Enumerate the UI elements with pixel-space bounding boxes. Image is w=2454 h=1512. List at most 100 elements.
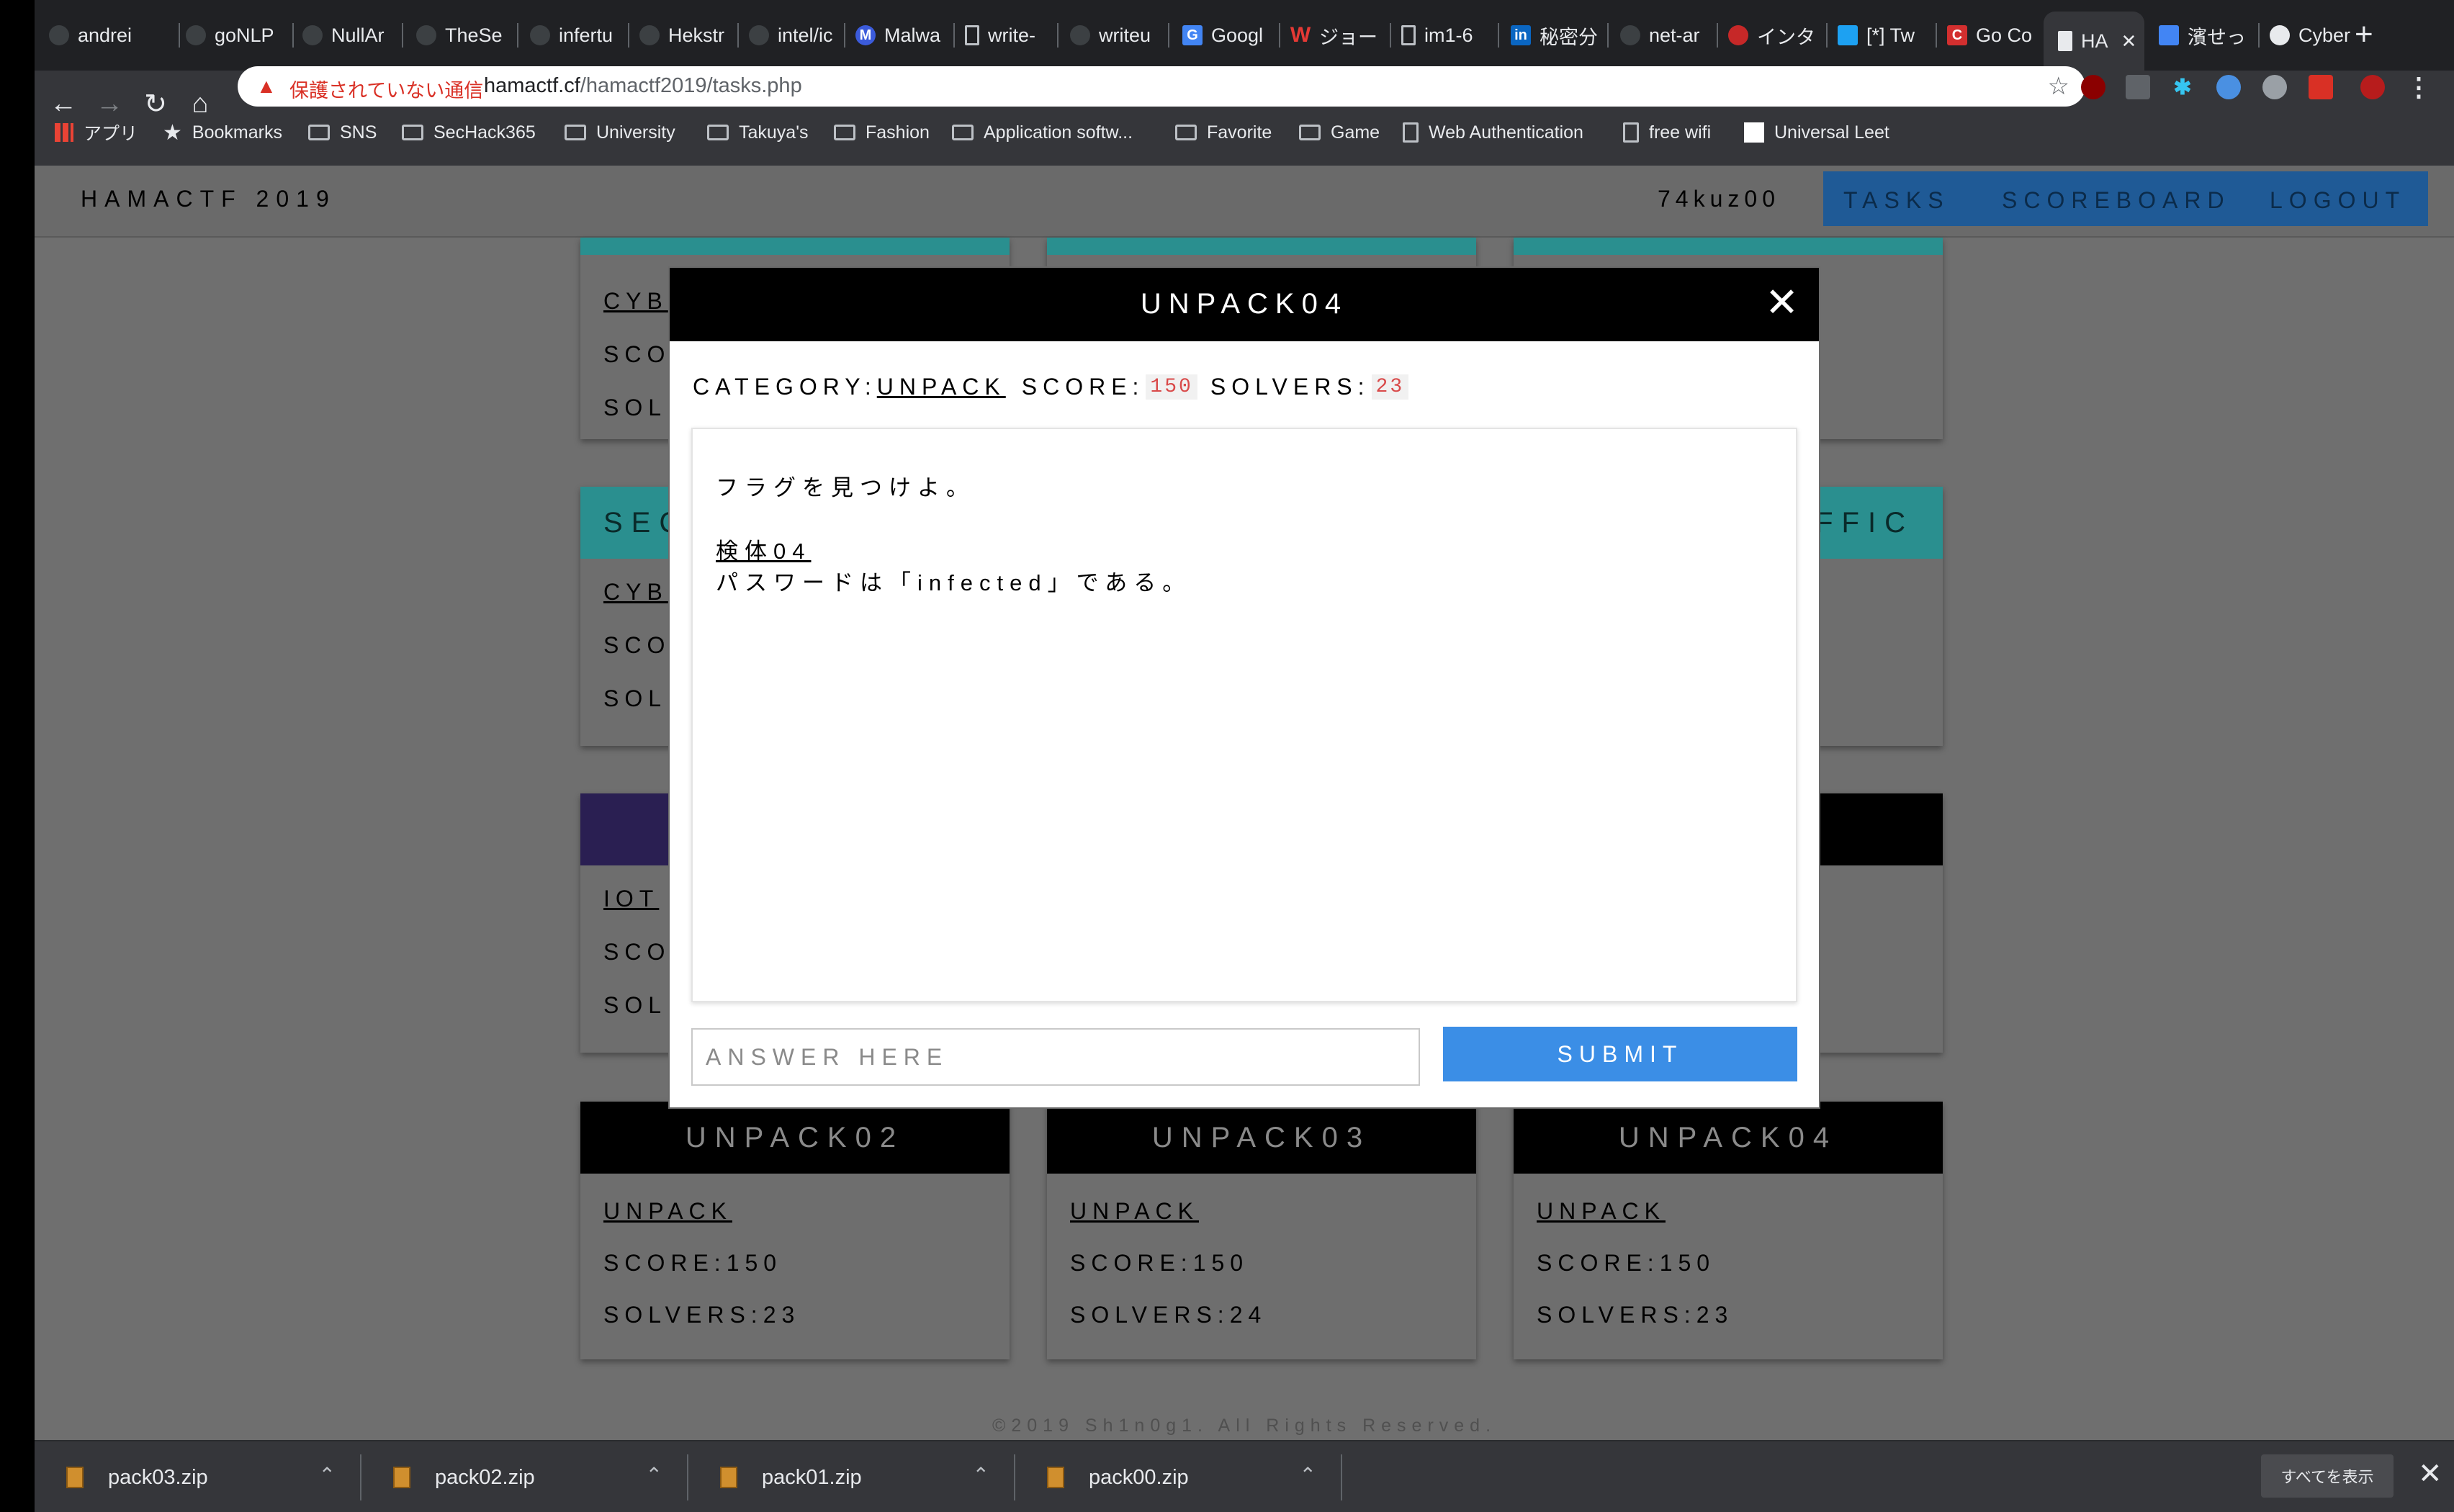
tab[interactable]: Cyber: [2270, 13, 2356, 58]
site-brand[interactable]: HAMACTF 2019: [81, 186, 336, 212]
tab[interactable]: in 秘密分: [1511, 13, 1609, 58]
tab[interactable]: andrei: [49, 13, 180, 58]
solvers-value: 23: [1371, 374, 1409, 400]
tab[interactable]: インタ: [1728, 13, 1828, 58]
slack-icon[interactable]: ✱: [2170, 75, 2195, 99]
tab[interactable]: [*] Tw: [1838, 13, 1937, 58]
download-link[interactable]: 検体04: [716, 533, 811, 565]
tab[interactable]: M Malwa: [855, 13, 955, 58]
extension-icon[interactable]: [2126, 75, 2150, 99]
tab[interactable]: im1-6: [1401, 13, 1499, 58]
google-docs-icon: [2159, 25, 2179, 45]
back-icon[interactable]: ←: [45, 85, 82, 122]
tab[interactable]: net-ar: [1620, 13, 1718, 58]
bookmark-folder[interactable]: SNS: [308, 118, 377, 147]
github-icon: [639, 25, 660, 45]
bookmark-item[interactable]: ★ Bookmarks: [163, 118, 282, 147]
password-hint: パスワードは「infected」である。: [716, 570, 1192, 595]
chevron-up-icon[interactable]: ⌃: [973, 1463, 989, 1487]
task-category-link[interactable]: UNPACK: [1537, 1198, 1920, 1236]
bookmark-star-icon[interactable]: ☆: [2048, 72, 2069, 101]
task-category-link[interactable]: UNPACK: [603, 1198, 986, 1236]
nav-logout[interactable]: LOGOUT: [2270, 187, 2406, 214]
cyber-icon: [2270, 25, 2290, 45]
bookmark-folder[interactable]: Favorite: [1175, 118, 1272, 147]
submit-button[interactable]: SUBMIT: [1443, 1027, 1797, 1081]
home-icon[interactable]: ⌂: [181, 85, 219, 122]
ublock-icon[interactable]: [2081, 75, 2105, 99]
tab[interactable]: intel/ic: [749, 13, 845, 58]
task-category-link[interactable]: UNPACK: [1070, 1198, 1453, 1236]
folder-icon: [1175, 125, 1197, 140]
score-label: SCORE:: [1021, 373, 1145, 400]
bookmark-item[interactable]: Universal Leet: [1744, 118, 1889, 147]
bookmark-folder[interactable]: SecHack365: [402, 118, 536, 147]
page-icon: [1744, 122, 1764, 143]
chevron-up-icon[interactable]: ⌃: [319, 1463, 336, 1487]
tab[interactable]: W ジョー: [1290, 13, 1391, 58]
page-icon: [965, 25, 979, 45]
tab-close-icon[interactable]: ✕: [2121, 30, 2137, 53]
menu-icon[interactable]: ⋮: [2406, 72, 2432, 102]
forward-icon[interactable]: →: [91, 85, 128, 122]
extension-icon[interactable]: [2262, 75, 2287, 99]
chevron-up-icon[interactable]: ⌃: [646, 1463, 662, 1487]
extension-icon[interactable]: [2309, 75, 2333, 99]
tab[interactable]: write-: [965, 13, 1059, 58]
security-warning[interactable]: 保護されていない通信: [289, 75, 483, 103]
bookmark-folder[interactable]: University: [565, 118, 675, 147]
nav-scoreboard[interactable]: SCOREBOARD: [2002, 187, 2231, 214]
github-icon: [1070, 25, 1090, 45]
score-value: 150: [1146, 374, 1197, 400]
task-solvers: SOLVERS:23: [1537, 1302, 1734, 1328]
tab[interactable]: TheSe: [416, 13, 518, 58]
tab[interactable]: goNLP: [186, 13, 294, 58]
answer-input[interactable]: [691, 1028, 1420, 1086]
reload-icon[interactable]: ↻: [137, 85, 174, 122]
download-item[interactable]: pack00.zip ⌃: [1015, 1441, 1342, 1512]
chevron-up-icon[interactable]: ⌃: [1300, 1463, 1316, 1487]
close-icon[interactable]: ✕: [1765, 281, 1799, 324]
nav-tasks[interactable]: TASKS: [1843, 187, 1950, 214]
folder-icon: [565, 125, 586, 140]
new-tab-button[interactable]: +: [2355, 19, 2373, 50]
modal-title: UNPACK04: [1140, 288, 1349, 320]
tab[interactable]: NullAr: [302, 13, 403, 58]
tab[interactable]: 濱せっ: [2159, 13, 2260, 58]
task-description: フラグを見つけよ。 検体04 パスワードは「infected」である。: [691, 428, 1797, 1002]
tab[interactable]: C Go Co: [1947, 13, 2045, 58]
extension-icon[interactable]: [2216, 75, 2241, 99]
tab[interactable]: G Googl: [1182, 13, 1280, 58]
task-score: SCORE:150: [1070, 1250, 1249, 1276]
download-item[interactable]: pack01.zip ⌃: [688, 1441, 1015, 1512]
bookmark-apps[interactable]: アプリ: [55, 118, 138, 147]
download-item[interactable]: pack03.zip ⌃: [35, 1441, 361, 1512]
url-text[interactable]: hamactf.cf/hamactf2019/tasks.php: [484, 74, 802, 98]
modal-header: UNPACK04 ✕: [670, 268, 1819, 341]
task-card-unpack04[interactable]: UNPACK04 UNPACK SCORE:150 SOLVERS:23: [1514, 1102, 1943, 1359]
zip-file-icon: [393, 1467, 410, 1488]
close-icon[interactable]: ✕: [2418, 1457, 2442, 1490]
category-link[interactable]: UNPACK: [877, 374, 1006, 400]
tab-active[interactable]: HA ✕: [2044, 12, 2144, 71]
show-all-downloads-button[interactable]: すべてを表示: [2261, 1454, 2394, 1498]
bookmark-folder[interactable]: Fashion: [834, 118, 930, 147]
username: 74kuz00: [1658, 186, 1780, 212]
download-item[interactable]: pack02.zip ⌃: [361, 1441, 688, 1512]
address-bar[interactable]: ▲ 保護されていない通信 hamactf.cf/hamactf2019/task…: [238, 66, 2085, 107]
bookmark-item[interactable]: Web Authentication: [1403, 118, 1583, 147]
bookmark-item[interactable]: free wifi: [1623, 118, 1711, 147]
tab[interactable]: Hekstr: [639, 13, 739, 58]
page-icon: [1403, 122, 1419, 143]
zip-file-icon: [66, 1467, 84, 1488]
task-card-unpack03[interactable]: UNPACK03 UNPACK SCORE:150 SOLVERS:24: [1047, 1102, 1476, 1359]
github-icon: [1620, 25, 1640, 45]
tab[interactable]: infertu: [530, 13, 629, 58]
downloads-bar: pack03.zip ⌃ pack02.zip ⌃ pack01.zip ⌃ pack…: [35, 1440, 2454, 1512]
tab[interactable]: writeu: [1070, 13, 1169, 58]
bookmark-folder[interactable]: Application softw...: [952, 118, 1133, 147]
profile-avatar[interactable]: [2360, 75, 2385, 99]
bookmark-folder[interactable]: Game: [1299, 118, 1380, 147]
task-card-unpack02[interactable]: UNPACK02 UNPACK SCORE:150 SOLVERS:23: [580, 1102, 1010, 1359]
bookmark-folder[interactable]: Takuya's: [707, 118, 808, 147]
